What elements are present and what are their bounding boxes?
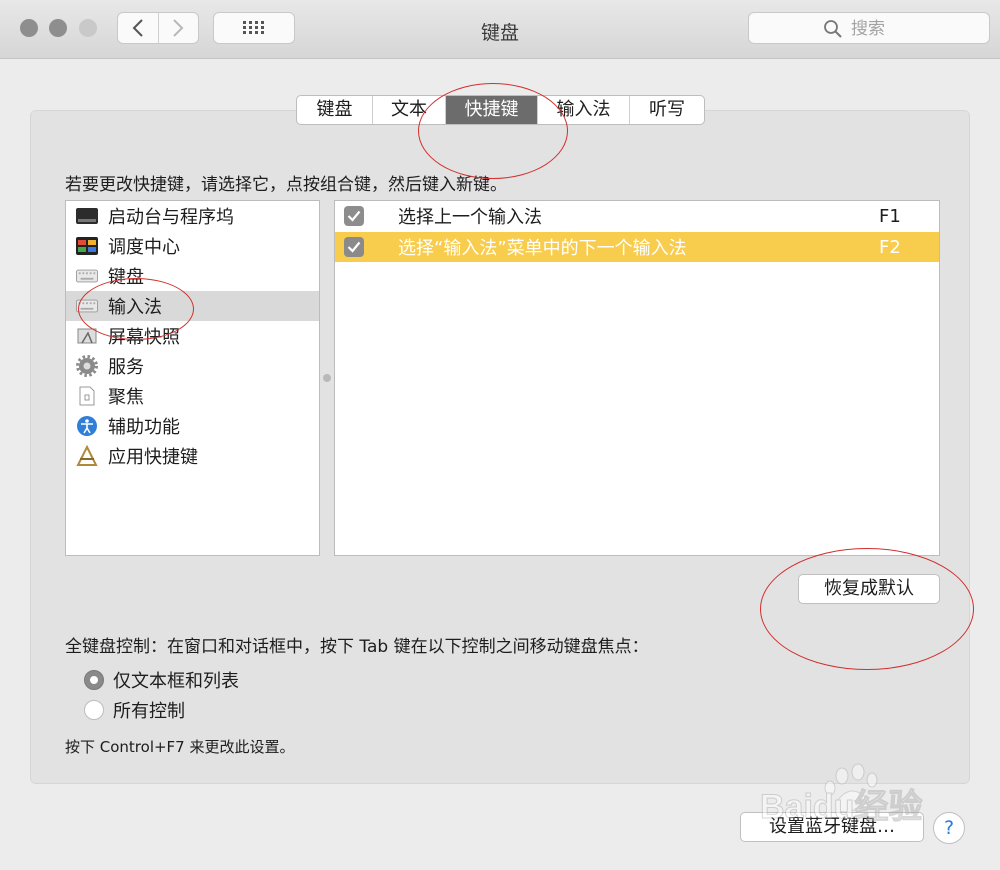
category-item[interactable]: 屏幕快照 (66, 321, 319, 351)
launchpad-dock-icon (76, 205, 98, 227)
split-view-handle[interactable] (323, 374, 331, 382)
show-all-button[interactable] (213, 12, 295, 44)
category-item[interactable]: 启动台与程序坞 (66, 201, 319, 231)
category-item[interactable]: 调度中心 (66, 231, 319, 261)
category-item[interactable]: 服务 (66, 351, 319, 381)
screenshot-icon (76, 325, 98, 347)
tab-keyboard[interactable]: 键盘 (297, 96, 372, 124)
category-item[interactable]: 辅助功能 (66, 411, 319, 441)
tab-shortcuts[interactable]: 快捷键 (445, 96, 537, 124)
category-item-selected[interactable]: 输入法 (66, 291, 319, 321)
back-button[interactable] (118, 13, 158, 43)
shortcut-key[interactable]: F1 (879, 206, 939, 227)
shortcut-list[interactable]: 选择上一个输入法 F1 选择“输入法”菜单中的下一个输入法 F2 (334, 200, 940, 556)
keyboard-icon (76, 265, 98, 287)
shortcut-row[interactable]: 选择上一个输入法 F1 (335, 201, 939, 231)
chevron-right-icon (173, 19, 184, 37)
full-keyboard-access-label: 全键盘控制：在窗口和对话框中，按下 Tab 键在以下控制之间移动键盘焦点： (65, 637, 649, 657)
search-input[interactable] (849, 17, 983, 41)
shortcut-key[interactable]: F2 (879, 237, 939, 258)
grid-icon (243, 21, 264, 34)
restore-defaults-button[interactable]: 恢复成默认 (798, 574, 940, 604)
checkmark-icon (347, 210, 361, 222)
category-item[interactable]: 应用快捷键 (66, 441, 319, 471)
radio-text-boxes-lists[interactable]: 仅文本框和列表 (84, 668, 239, 692)
checkmark-icon (347, 241, 361, 253)
search-field[interactable] (748, 12, 990, 44)
help-button[interactable]: ? (933, 812, 965, 844)
close-window-button[interactable] (20, 19, 38, 37)
shortcut-row-selected[interactable]: 选择“输入法”菜单中的下一个输入法 F2 (335, 232, 939, 262)
radio-all-controls[interactable]: 所有控制 (84, 698, 185, 722)
radio-button[interactable] (84, 670, 104, 690)
title-bar: 键盘 (0, 0, 1000, 59)
accessibility-icon (76, 415, 98, 437)
radio-button[interactable] (84, 700, 104, 720)
chevron-left-icon (132, 19, 143, 37)
tab-dictation[interactable]: 听写 (629, 96, 704, 124)
category-item[interactable]: 聚焦 (66, 381, 319, 411)
keyboard-access-hint: 按下 Control+F7 来更改此设置。 (65, 738, 295, 756)
gear-icon (76, 355, 98, 377)
forward-button[interactable] (157, 13, 199, 43)
input-source-icon (76, 295, 98, 317)
tab-text[interactable]: 文本 (372, 96, 445, 124)
category-item[interactable]: 键盘 (66, 261, 319, 291)
minimize-window-button[interactable] (49, 19, 67, 37)
instruction-text: 若要更改快捷键，请选择它，点按组合键，然后键入新键。 (65, 175, 507, 195)
spotlight-icon (76, 385, 98, 407)
setup-bluetooth-keyboard-button[interactable]: 设置蓝牙键盘… (740, 812, 924, 842)
shortcut-checkbox[interactable] (344, 206, 364, 226)
shortcut-checkbox[interactable] (344, 237, 364, 257)
app-shortcuts-icon (76, 445, 98, 467)
tab-input-sources[interactable]: 输入法 (537, 96, 629, 124)
search-icon (824, 20, 842, 38)
tab-bar: 键盘 文本 快捷键 输入法 听写 (296, 95, 705, 125)
nav-buttons (117, 12, 199, 44)
mission-control-icon (76, 235, 98, 257)
category-list[interactable]: 启动台与程序坞 调度中心 键盘 输入法 屏幕快照 服务 聚焦 辅助功能 应用快捷… (65, 200, 320, 556)
zoom-window-button[interactable] (79, 19, 97, 37)
